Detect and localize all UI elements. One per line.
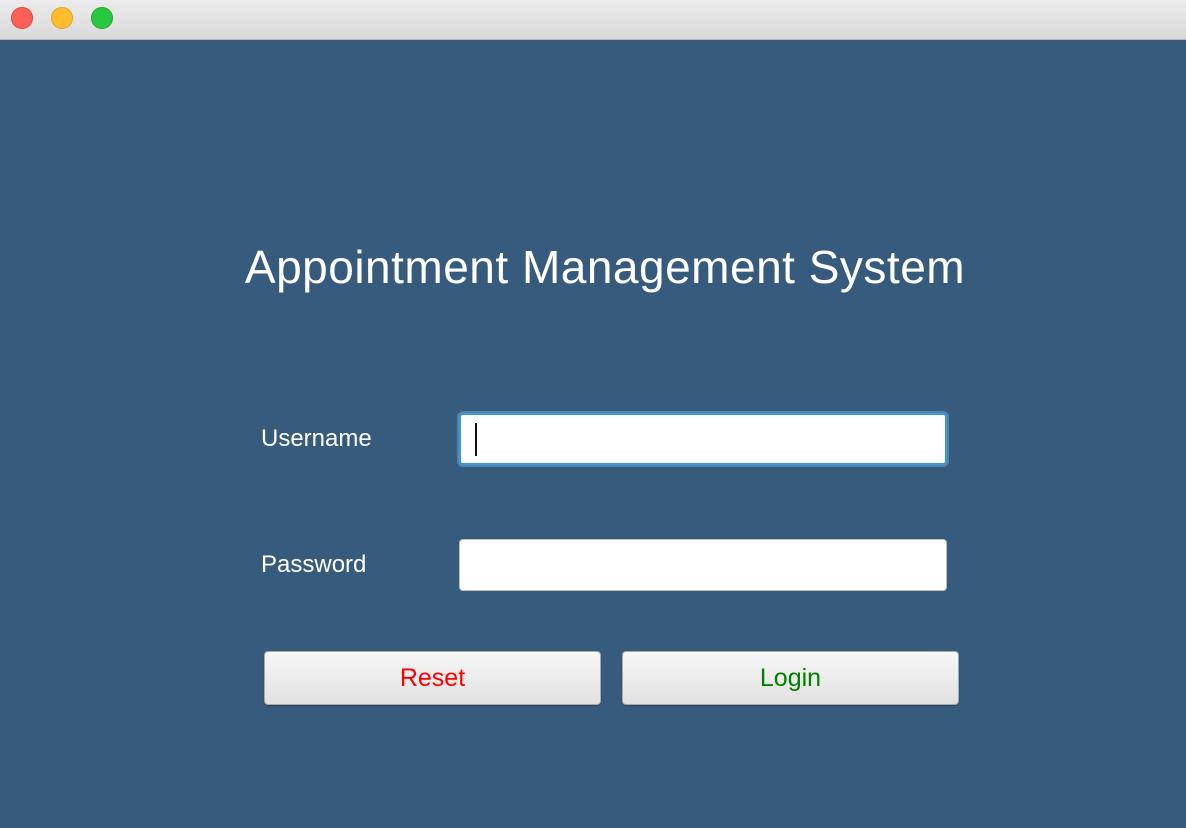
minimize-window-button[interactable] xyxy=(51,7,73,29)
reset-button[interactable]: Reset xyxy=(264,651,601,705)
app-title: Appointment Management System xyxy=(244,241,966,293)
login-window: Appointment Management System Username P… xyxy=(0,0,1186,828)
close-window-button[interactable] xyxy=(11,7,33,29)
maximize-window-button[interactable] xyxy=(91,7,113,29)
title-bar xyxy=(0,0,1186,40)
text-cursor xyxy=(475,423,477,456)
password-input[interactable] xyxy=(459,539,947,591)
username-input[interactable] xyxy=(459,413,947,465)
username-label: Username xyxy=(261,425,372,452)
login-button[interactable]: Login xyxy=(622,651,959,705)
password-label: Password xyxy=(261,551,367,578)
